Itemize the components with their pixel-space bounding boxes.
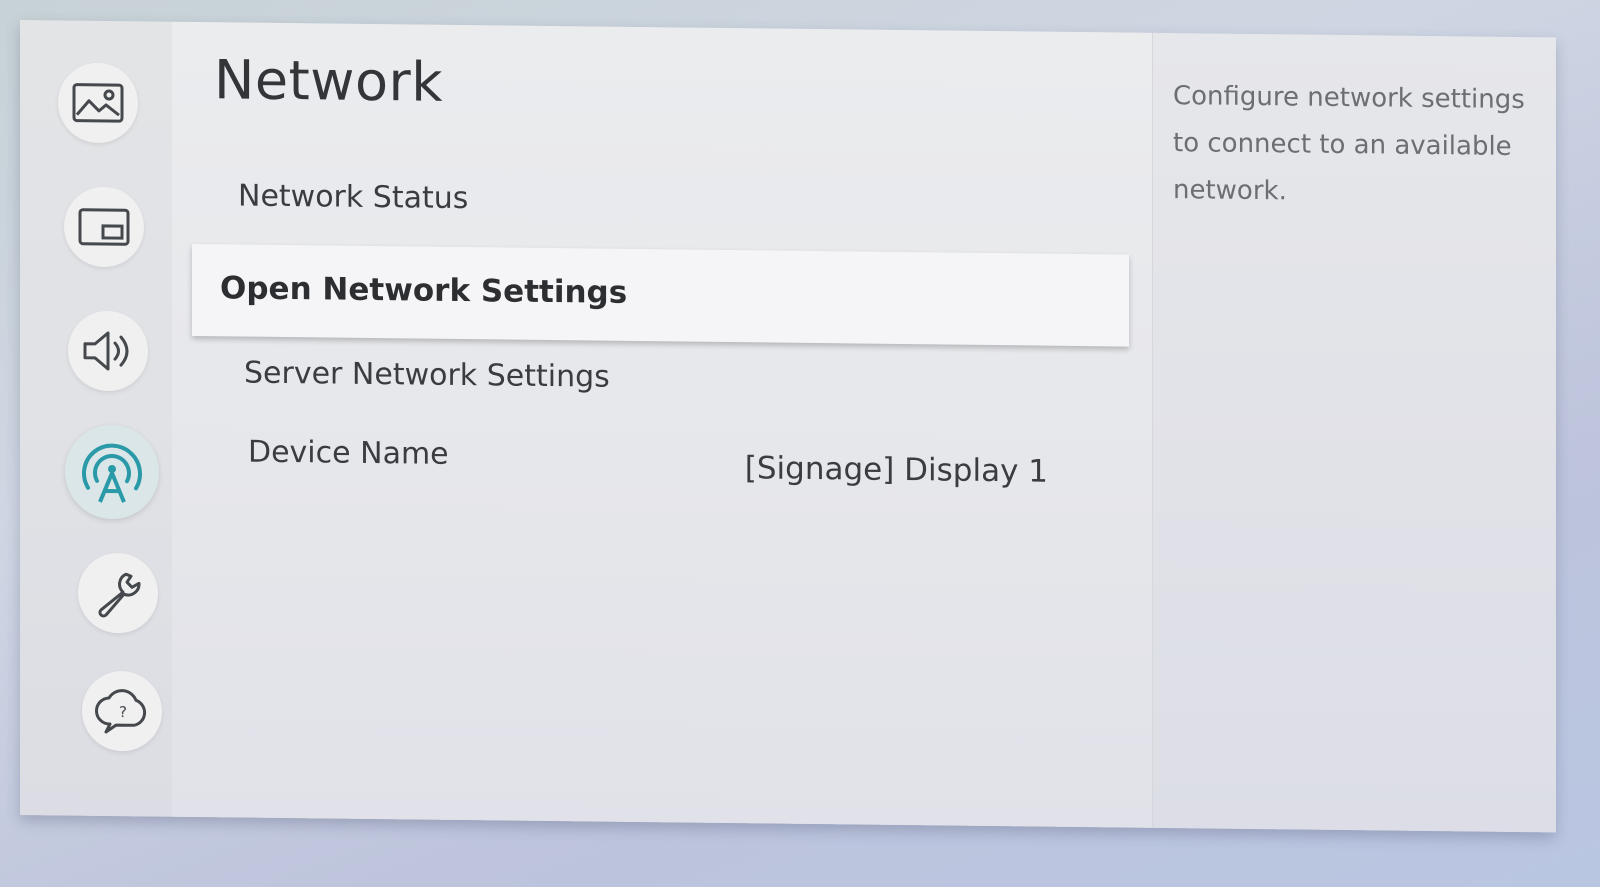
menu-item-open-network-settings[interactable]: Open Network Settings [192, 243, 1129, 347]
sound-icon [83, 331, 129, 371]
category-rail: ? [20, 20, 172, 817]
settings-panel: ? Network Network Status Open Network Se… [20, 20, 1556, 833]
svg-text:?: ? [119, 703, 127, 721]
network-menu: Network Network Status Open Network Sett… [172, 21, 1152, 828]
menu-item-label: Network Status [238, 178, 469, 217]
picture-icon [72, 83, 124, 123]
menu-item-server-network-settings[interactable]: Server Network Settings [244, 356, 610, 395]
sidebar-item-support[interactable]: ? [82, 670, 162, 752]
sidebar-item-network[interactable] [65, 424, 159, 520]
sidebar-item-system[interactable] [78, 552, 158, 634]
menu-item-label: Server Network Settings [244, 355, 610, 395]
picture-in-picture-icon [78, 208, 130, 246]
device-name-value: [Signage] Display 1 [744, 450, 1048, 490]
menu-item-device-name[interactable]: Device Name [Signage] Display 1 [248, 435, 1128, 505]
description-panel: Configure network settings to connect to… [1152, 32, 1556, 833]
description-text: Configure network settings to connect to… [1173, 81, 1525, 207]
menu-item-label: Open Network Settings [220, 270, 628, 311]
sidebar-item-pip[interactable] [64, 186, 144, 268]
network-icon [82, 443, 142, 503]
menu-item-label: Device Name [248, 434, 449, 472]
menu-item-network-status[interactable]: Network Status [238, 178, 468, 216]
support-icon: ? [95, 689, 147, 734]
sidebar-item-picture[interactable] [58, 62, 138, 144]
sidebar-item-sound[interactable] [68, 310, 148, 392]
wrench-icon [98, 572, 141, 618]
page-title: Network [214, 48, 443, 114]
